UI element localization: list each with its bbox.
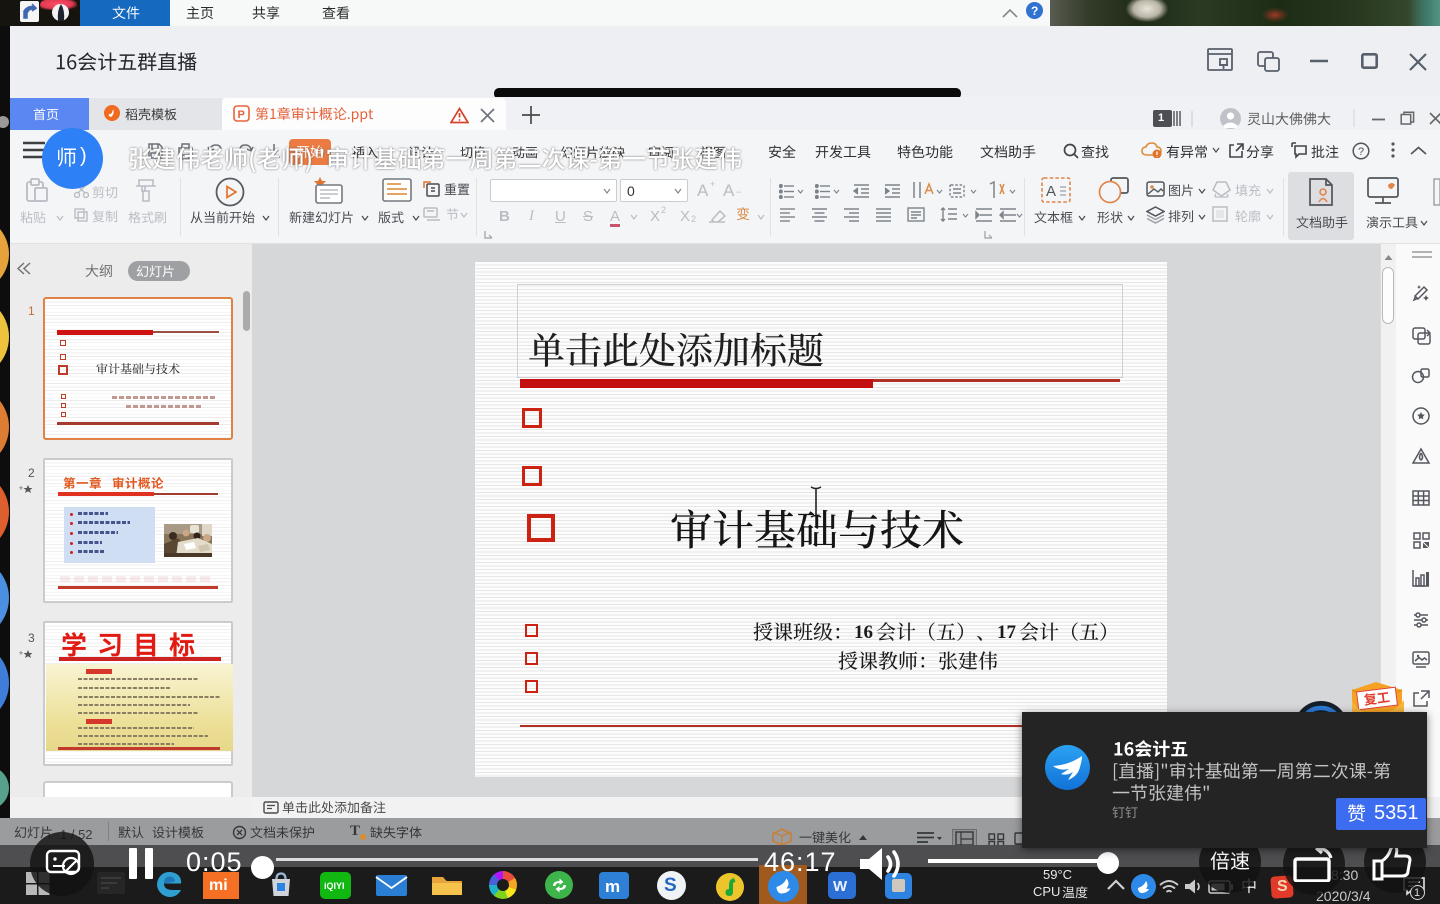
svg-text:*: * [19,485,23,495]
svg-text:?: ? [1358,146,1364,158]
svg-text:P: P [238,109,245,121]
svg-text:A: A [1046,183,1056,200]
svg-text:*: * [19,650,23,660]
